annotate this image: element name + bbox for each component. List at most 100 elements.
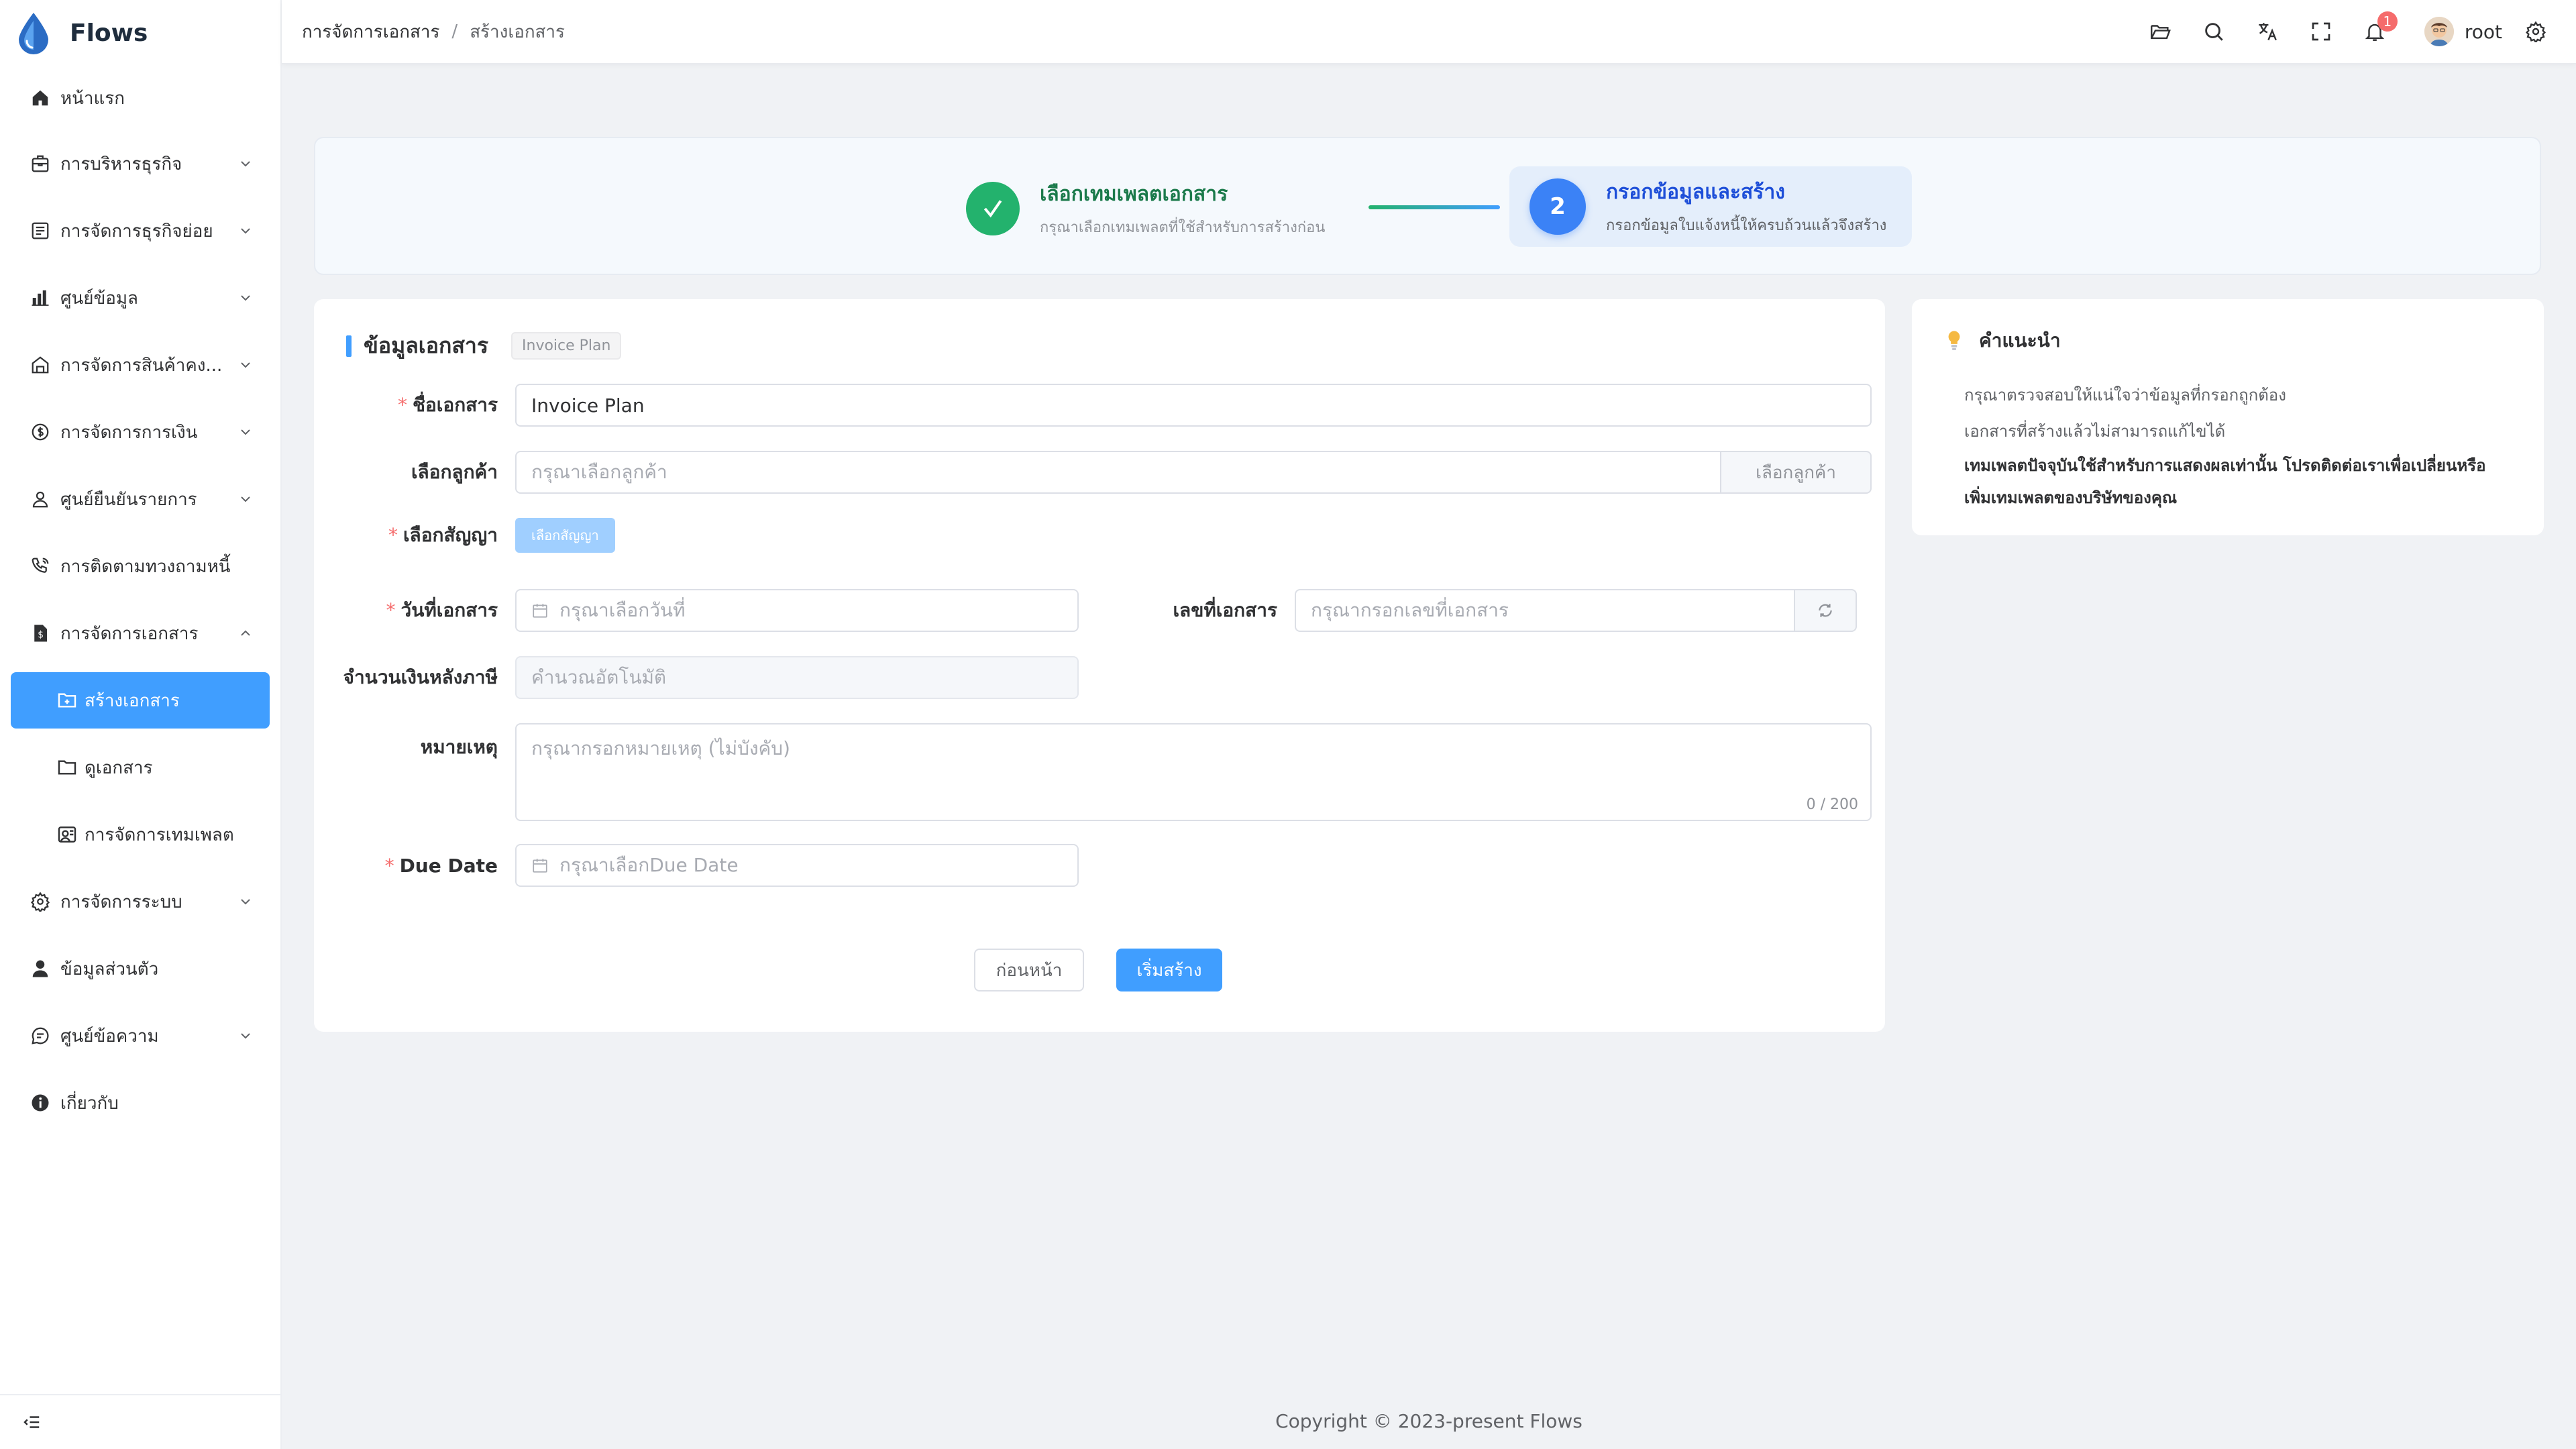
- select-contract-button[interactable]: เลือกสัญญา: [515, 518, 615, 553]
- customer-input[interactable]: กรุณาเลือกลูกค้า: [515, 451, 1721, 494]
- notification-button[interactable]: 1: [2348, 5, 2402, 58]
- sidebar-subitem-label: สร้างเอกสาร: [85, 690, 180, 711]
- user-menu[interactable]: root: [2424, 17, 2502, 46]
- chevron-down-icon: [241, 496, 250, 502]
- warehouse-icon: [28, 353, 52, 377]
- calendar-icon: [533, 604, 547, 618]
- breadcrumb-item[interactable]: การจัดการเอกสาร: [302, 18, 439, 46]
- header-actions: 1 root: [2133, 5, 2556, 58]
- doc-date-label: * วันที่เอกสาร: [386, 599, 498, 621]
- step-description: กรอกข้อมูลใบแจ้งหนี้ให้ครบถ้วนแล้วจึงสร้…: [1606, 217, 1887, 234]
- sidebar-item-data-center[interactable]: ศูนย์ข้อมูล: [0, 264, 280, 331]
- user-icon: [28, 957, 52, 981]
- sidebar-item-home[interactable]: หน้าแรก: [0, 66, 280, 130]
- sidebar-item-label: ศูนย์ยืนยันรายการ: [60, 489, 197, 510]
- breadcrumb-current: สร้างเอกสาร: [470, 21, 565, 42]
- money-circle-icon: [28, 420, 52, 444]
- tips-title: คำแนะนำ: [1979, 329, 2061, 352]
- create-button[interactable]: เริ่มสร้าง: [1116, 949, 1222, 991]
- sidebar-subitem-label: ดูเอกสาร: [85, 757, 153, 778]
- folder-add-icon: [55, 688, 79, 712]
- step-text: เลือกเทมเพลตเอกสาร กรุณาเลือกเทมเพลตที่ใ…: [1040, 178, 1325, 239]
- sidebar-item-label: การจัดการธุรกิจย่อย: [60, 221, 213, 241]
- doc-no-label: เลขที่เอกสาร: [1173, 599, 1277, 621]
- sidebar-collapse-toggle[interactable]: [0, 1394, 280, 1449]
- logo[interactable]: Flows: [0, 0, 280, 66]
- char-counter: 0 / 200: [1806, 796, 1858, 813]
- fullscreen-icon: [2312, 22, 2330, 41]
- doc-name-label: * ชื่อเอกสาร: [397, 394, 498, 416]
- customer-row: เลือกลูกค้า กรุณาเลือกลูกค้า เลือกลูกค้า: [341, 451, 1872, 494]
- sidebar-item-system[interactable]: การจัดการระบบ: [0, 868, 280, 935]
- folder-icon: [55, 755, 79, 780]
- step-text: กรอกข้อมูลและสร้าง กรอกข้อมูลใบแจ้งหนี้ใ…: [1606, 176, 1886, 237]
- due-date-row: * Due Date กรุณาเลือกDue Date: [341, 844, 1079, 887]
- settings-button[interactable]: [2516, 5, 2556, 58]
- sidebar-item-approval[interactable]: ศูนย์ยืนยันรายการ: [0, 466, 280, 533]
- sidebar-item-debt-collection[interactable]: การติดตามทวงถามหนี้: [0, 533, 280, 600]
- step-title: เลือกเทมเพลตเอกสาร: [1040, 182, 1228, 206]
- calendar-icon: [533, 859, 547, 873]
- sidebar-subitem-create-document[interactable]: สร้างเอกสาร: [11, 672, 270, 729]
- collapse-menu-icon: [23, 1416, 40, 1428]
- tips-list: กรุณาตรวจสอบให้แน่ใจว่าข้อมูลที่กรอกถูกต…: [1944, 377, 2512, 514]
- sidebar-item-business[interactable]: การบริหารธุรกิจ: [0, 130, 280, 197]
- document-list-icon: [28, 219, 52, 243]
- sidebar-item-label: การจัดการการเงิน: [60, 422, 198, 443]
- doc-date-picker[interactable]: กรุณาเลือกวันที่: [515, 589, 1079, 632]
- step-connector: [1368, 205, 1500, 209]
- sidebar-item-about[interactable]: เกี่ยวกับ: [0, 1069, 280, 1136]
- breadcrumb: การจัดการเอกสาร / สร้างเอกสาร: [302, 18, 565, 46]
- sidebar-subitem-templates[interactable]: การจัดการเทมเพลต: [0, 801, 280, 868]
- search-button[interactable]: [2187, 5, 2241, 58]
- app-name: Flows: [70, 19, 148, 47]
- step-number: 2: [1529, 178, 1586, 235]
- contract-label: * เลือกสัญญา: [388, 524, 498, 546]
- regenerate-doc-no-button[interactable]: [1795, 589, 1857, 632]
- sidebar-item-documents[interactable]: $ การจัดการเอกสาร: [0, 600, 280, 667]
- gear-icon: [28, 890, 52, 914]
- language-button[interactable]: [2241, 5, 2294, 58]
- remark-row: หมายเหตุ กรุณากรอกหมายเหตุ (ไม่บังคับ) 0…: [341, 723, 1872, 821]
- fullscreen-button[interactable]: [2294, 5, 2348, 58]
- translate-icon: [2259, 23, 2277, 41]
- section-header: ข้อมูลเอกสาร Invoice Plan: [346, 329, 622, 363]
- step-fill-and-create: 2 กรอกข้อมูลและสร้าง กรอกข้อมูลใบแจ้งหนี…: [1509, 166, 1912, 247]
- remark-label: หมายเหตุ: [420, 736, 498, 758]
- sidebar-item-label: การจัดการเอกสาร: [60, 623, 199, 644]
- remark-textarea[interactable]: กรุณากรอกหมายเหตุ (ไม่บังคับ) 0 / 200: [515, 723, 1872, 821]
- contract-row: * เลือกสัญญา เลือกสัญญา: [341, 518, 615, 553]
- chevron-down-icon: [241, 362, 250, 368]
- sidebar-item-inventory[interactable]: การจัดการสินค้าคง...: [0, 331, 280, 398]
- previous-button[interactable]: ก่อนหน้า: [974, 949, 1084, 991]
- step-description: กรุณาเลือกเทมเพลตที่ใช้สำหรับการสร้างก่อ…: [1040, 219, 1326, 236]
- template-icon: [55, 822, 79, 847]
- sidebar-subitem-view-documents[interactable]: ดูเอกสาร: [0, 734, 280, 801]
- due-date-picker[interactable]: กรุณาเลือกDue Date: [515, 844, 1079, 887]
- folder-open-icon: [2150, 25, 2171, 40]
- sidebar-item-profile[interactable]: ข้อมูลส่วนตัว: [0, 935, 280, 1002]
- doc-no-input[interactable]: กรุณากรอกเลขที่เอกสาร: [1295, 589, 1795, 632]
- sidebar-item-messages[interactable]: ศูนย์ข้อความ: [0, 1002, 280, 1069]
- step-done-circle: [966, 182, 1020, 235]
- notification-badge: 1: [2377, 11, 2398, 32]
- folder-open-button[interactable]: [2133, 5, 2187, 58]
- sidebar-item-sub-business[interactable]: การจัดการธุรกิจย่อย: [0, 197, 280, 264]
- select-customer-button[interactable]: เลือกลูกค้า: [1721, 451, 1872, 494]
- lightbulb-icon: [1948, 331, 1960, 350]
- user-check-icon: [28, 487, 52, 511]
- sidebar-item-finance[interactable]: การจัดการการเงิน: [0, 398, 280, 466]
- customer-label: เลือกลูกค้า: [411, 461, 498, 483]
- document-form-card: ข้อมูลเอกสาร Invoice Plan * ชื่อเอกสาร In…: [314, 299, 1885, 1032]
- doc-name-input[interactable]: Invoice Plan: [515, 384, 1872, 427]
- due-date-label: * Due Date: [384, 854, 498, 877]
- sidebar-item-label: หน้าแรก: [60, 88, 125, 109]
- sidebar-item-label: การบริหารธุรกิจ: [60, 154, 182, 174]
- tips-header: คำแนะนำ: [1944, 326, 2512, 356]
- top-header: การจัดการเอกสาร / สร้างเอกสาร 1 root: [282, 0, 2576, 64]
- required-mark: *: [397, 394, 407, 416]
- svg-text:$: $: [38, 629, 44, 640]
- doc-date-row: * วันที่เอกสาร กรุณาเลือกวันที่: [341, 589, 1079, 632]
- sidebar-item-label: เกี่ยวกับ: [60, 1093, 119, 1114]
- sidebar-subitem-label: การจัดการเทมเพลต: [85, 824, 234, 845]
